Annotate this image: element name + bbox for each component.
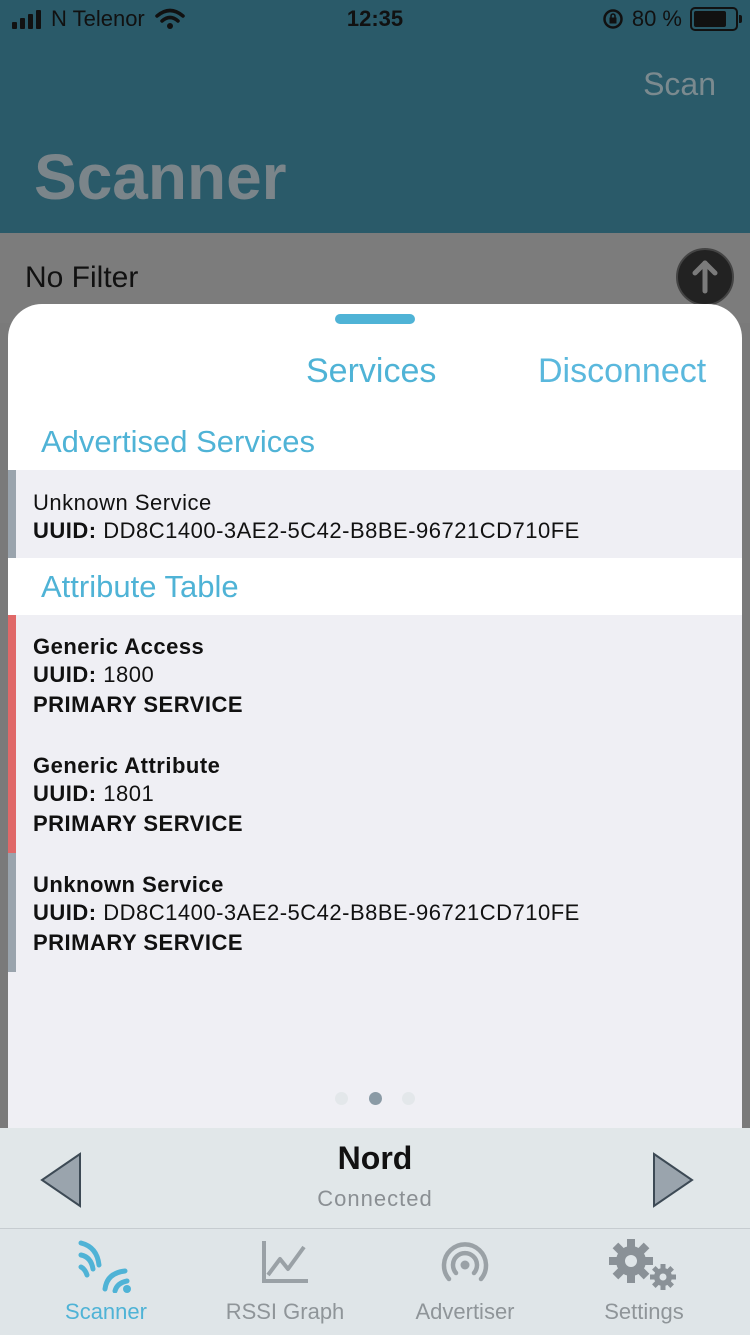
tab-label: Advertiser bbox=[415, 1299, 515, 1324]
device-bar: Nord Connected bbox=[0, 1128, 750, 1228]
list-item[interactable]: Unknown Service UUID: DD8C1400-3AE2-5C42… bbox=[8, 470, 742, 558]
uuid-value: DD8C1400-3AE2-5C42-B8BE-96721CD710FE bbox=[103, 518, 580, 543]
service-name: Unknown Service bbox=[33, 490, 212, 515]
attribute-kind: PRIMARY SERVICE bbox=[33, 930, 244, 955]
advertiser-icon bbox=[441, 1242, 489, 1282]
attribute-uuid: UUID: DD8C1400-3AE2-5C42-B8BE-96721CD710… bbox=[33, 900, 580, 926]
tab-rssi-graph[interactable]: RSSI Graph bbox=[195, 1229, 375, 1335]
sheet-grabber[interactable] bbox=[335, 314, 415, 324]
attribute-uuid: UUID: 1800 bbox=[33, 662, 154, 688]
service-color-bar bbox=[8, 615, 16, 853]
rotation-lock-icon bbox=[603, 9, 623, 29]
attribute-kind: PRIMARY SERVICE bbox=[33, 811, 244, 836]
battery-icon bbox=[690, 7, 742, 31]
tab-scanner[interactable]: Scanner bbox=[16, 1229, 196, 1335]
attribute-table-title: Attribute Table bbox=[41, 569, 239, 604]
attribute-name: Generic Attribute bbox=[33, 753, 221, 778]
uuid-value: 1801 bbox=[103, 781, 155, 806]
uuid-value: DD8C1400-3AE2-5C42-B8BE-96721CD710FE bbox=[103, 900, 580, 925]
attribute-kind: PRIMARY SERVICE bbox=[33, 692, 244, 717]
scan-button[interactable]: Scan bbox=[643, 66, 716, 103]
uuid-value: 1800 bbox=[103, 662, 155, 687]
filter-label: No Filter bbox=[25, 261, 139, 294]
service-uuid: UUID: DD8C1400-3AE2-5C42-B8BE-96721CD710… bbox=[33, 518, 580, 544]
settings-icon bbox=[609, 1239, 676, 1290]
tab-bar: Scanner RSSI Graph Advertiser Settings bbox=[0, 1228, 750, 1335]
tab-advertiser[interactable]: Advertiser bbox=[375, 1229, 555, 1335]
tab-label: Settings bbox=[604, 1299, 684, 1324]
device-detail-sheet: Services Disconnect Advertised Services … bbox=[8, 304, 742, 1134]
status-bar: N Telenor 12:35 80 % bbox=[0, 0, 750, 40]
next-device-button[interactable] bbox=[652, 1152, 694, 1208]
graph-icon bbox=[262, 1241, 308, 1283]
device-name: Nord bbox=[337, 1140, 413, 1176]
service-color-bar bbox=[8, 853, 16, 972]
attribute-table: Generic Access UUID: 1800 PRIMARY SERVIC… bbox=[8, 615, 742, 972]
attribute-name: Generic Access bbox=[33, 634, 205, 659]
arrow-up-icon bbox=[692, 260, 718, 294]
uuid-label: UUID: bbox=[33, 781, 97, 806]
device-status: Connected bbox=[317, 1186, 433, 1211]
page-dot-active bbox=[368, 1092, 382, 1105]
uuid-label: UUID: bbox=[33, 662, 97, 687]
disconnect-button[interactable]: Disconnect bbox=[538, 352, 706, 391]
tab-settings[interactable]: Settings bbox=[554, 1229, 734, 1335]
page-title: Scanner bbox=[34, 141, 287, 213]
scanner-icon bbox=[78, 1240, 131, 1293]
page-indicator[interactable] bbox=[8, 1092, 742, 1110]
advertised-services-title: Advertised Services bbox=[41, 424, 315, 459]
page-dot bbox=[335, 1092, 349, 1105]
attribute-name: Unknown Service bbox=[33, 872, 224, 897]
uuid-label: UUID: bbox=[33, 518, 97, 543]
attribute-uuid: UUID: 1801 bbox=[33, 781, 154, 807]
page-dot bbox=[401, 1092, 415, 1105]
filter-toggle-button[interactable] bbox=[676, 248, 734, 306]
tab-label: Scanner bbox=[65, 1299, 147, 1324]
battery-percent: 80 % bbox=[631, 6, 682, 31]
service-color-bar bbox=[8, 470, 16, 558]
tab-label: RSSI Graph bbox=[225, 1299, 345, 1324]
uuid-label: UUID: bbox=[33, 900, 97, 925]
tab-services[interactable]: Services bbox=[306, 352, 436, 391]
